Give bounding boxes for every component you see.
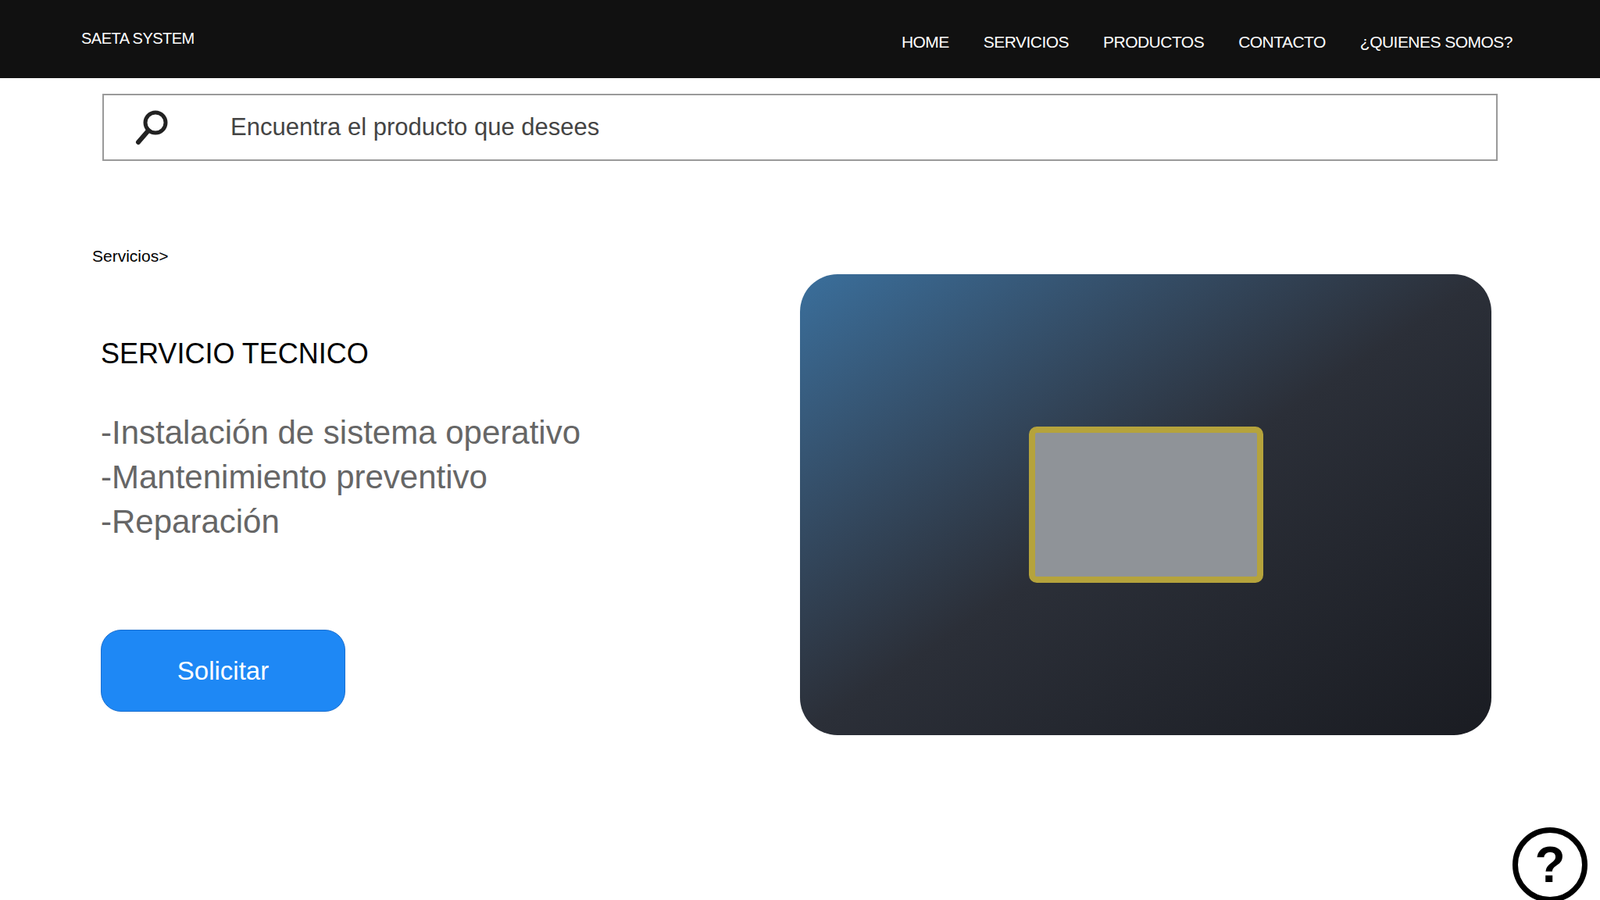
nav-link[interactable]: CONTACTO bbox=[1238, 29, 1326, 55]
search-placeholder: Encuentra el producto que desees bbox=[230, 109, 600, 147]
service-item: -Reparación bbox=[100, 499, 581, 544]
service-item: -Mantenimiento preventivo bbox=[100, 454, 581, 500]
nav-link[interactable]: PRODUCTOS bbox=[1103, 29, 1204, 55]
logo[interactable]: SAETA SYSTEM bbox=[81, 26, 195, 50]
nav-link[interactable]: ¿QUIENES SOMOS? bbox=[1360, 29, 1513, 55]
search-icon bbox=[132, 107, 173, 148]
top-bar: SAETA SYSTEM HOME SERVICIOS PRODUCTOS CONTAC… bbox=[0, 0, 1600, 79]
help-icon: ? bbox=[1534, 839, 1565, 890]
page: SAETA SYSTEM HOME SERVICIOS PRODUCTOS CONTAC… bbox=[0, 0, 1600, 900]
service-title: SERVICIO TECNICO bbox=[100, 336, 581, 372]
service-info: SERVICIO TECNICO -Instalación de sistema … bbox=[100, 274, 581, 736]
nav-link[interactable]: SERVICIOS bbox=[983, 29, 1069, 55]
search-bar[interactable]: Encuentra el producto que desees bbox=[102, 93, 1498, 161]
service-item: -Instalación de sistema operativo bbox=[100, 410, 581, 455]
service-photo bbox=[800, 274, 1492, 736]
breadcrumb[interactable]: Servicios> bbox=[0, 245, 1600, 268]
nav: HOME SERVICIOS PRODUCTOS CONTACTO ¿QUIENES S… bbox=[901, 29, 1513, 55]
request-button[interactable]: Solicitar bbox=[100, 629, 346, 712]
help-button[interactable]: ? bbox=[1512, 827, 1588, 900]
service-list: -Instalación de sistema operativo-Manten… bbox=[100, 410, 581, 544]
nav-link[interactable]: HOME bbox=[901, 29, 950, 55]
